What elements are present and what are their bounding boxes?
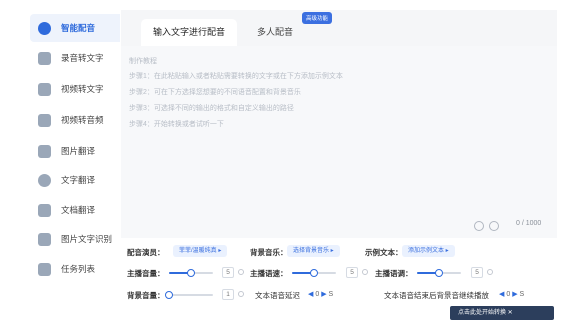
voice-icon [38, 21, 51, 35]
anchor-label: 配音演员： [127, 248, 165, 257]
delay-value: 0 [315, 291, 320, 298]
clear-icon[interactable] [489, 221, 499, 231]
decrement-icon[interactable]: ◀ [308, 291, 313, 298]
bgm-after-unit: S [519, 291, 525, 298]
reset-icon[interactable] [238, 269, 244, 275]
pitch-input[interactable]: 5 [471, 267, 483, 278]
bgm-select[interactable]: 选择背景音乐 ▸ [287, 245, 340, 257]
sidebar-item-label: 视频转文字 [61, 84, 104, 94]
example-select[interactable]: 添加示例文本 ▸ [402, 245, 455, 257]
pitch-slider-knob[interactable] [435, 269, 443, 277]
sidebar-item-task-list[interactable]: 任务列表 [28, 255, 120, 283]
sidebar-item-label: 录音转文字 [61, 53, 104, 63]
video-audio-icon [38, 113, 51, 127]
tab-bar: 输入文字进行配音 多人配音 高级功能 [121, 10, 557, 46]
image-translate-icon [38, 144, 51, 158]
pitch-slider[interactable] [417, 269, 461, 277]
main-panel: 输入文字进行配音 多人配音 高级功能 制作教程 步骤1：在此粘贴输入或者粘贴需要… [121, 10, 557, 323]
refresh-icon[interactable] [474, 221, 484, 231]
sidebar-item-text-translate[interactable]: 文字翻译 [28, 166, 120, 194]
reset-icon[interactable] [487, 269, 493, 275]
sidebar-item-label: 文档翻译 [61, 205, 96, 215]
volume-slider[interactable] [169, 269, 213, 277]
doc-translate-icon [38, 203, 51, 217]
delay-stepper[interactable]: ◀ 0 ▶ S [308, 290, 333, 298]
sidebar-item-audio-to-text[interactable]: 录音转文字 [28, 44, 120, 72]
sidebar-item-label: 文字翻译 [61, 175, 96, 185]
example-value: 添加示例文本 [408, 248, 445, 254]
sidebar: 智能配音 录音转文字 视频转文字 视频转音频 图片翻译 文字翻译 文档翻译 图片… [0, 0, 121, 323]
sidebar-item-video-to-audio[interactable]: 视频转音频 [28, 106, 120, 134]
pitch-label: 主播语调： [375, 269, 413, 278]
sidebar-item-label: 任务列表 [61, 264, 96, 274]
tab-input-text[interactable]: 输入文字进行配音 [141, 19, 238, 46]
sidebar-item-image-translate[interactable]: 图片翻译 [28, 137, 120, 165]
increment-icon[interactable]: ▶ [321, 291, 326, 298]
sidebar-item-label: 智能配音 [61, 23, 96, 33]
start-conversion-button[interactable]: 点击此处开始转换 ✕ [450, 306, 554, 320]
video-icon [38, 82, 51, 96]
sidebar-item-doc-translate[interactable]: 文档翻译 [28, 196, 120, 224]
ocr-icon [38, 232, 51, 246]
speed-slider-knob[interactable] [310, 269, 318, 277]
anchor-select[interactable]: 菲菲/温暖纯真 ▸ [173, 245, 228, 257]
speed-label: 主播语速： [250, 269, 288, 278]
text-editor[interactable]: 制作教程 步骤1：在此粘贴输入或者粘贴需要转换的文字或在下方添加示例文本 步骤2… [121, 46, 557, 238]
speed-input[interactable]: 5 [346, 267, 358, 278]
anchor-value: 菲菲/温暖纯真 [179, 248, 217, 254]
bg-volume-slider-knob[interactable] [165, 291, 173, 299]
tutorial-step-2: 步骤2：可在下方选择您想要的不同语音配置和背景音乐 [129, 89, 301, 96]
text-translate-icon [38, 173, 51, 187]
increment-icon[interactable]: ▶ [512, 291, 517, 298]
sidebar-item-label: 图片翻译 [61, 146, 96, 156]
bg-volume-slider[interactable] [165, 291, 213, 299]
bg-volume-label: 背景音量： [127, 291, 165, 300]
decrement-icon[interactable]: ◀ [499, 291, 504, 298]
bg-volume-input[interactable]: 1 [222, 289, 234, 300]
record-icon [38, 51, 51, 65]
pro-badge: 高级功能 [302, 12, 333, 24]
tutorial-title: 制作教程 [129, 58, 157, 65]
bgm-after-label: 文本语音结束后背景音继续播放 [384, 291, 489, 300]
volume-label: 主播音量： [127, 269, 165, 278]
sidebar-item-video-to-text[interactable]: 视频转文字 [28, 75, 120, 103]
sidebar-item-smart-dubbing[interactable]: 智能配音 [30, 14, 120, 42]
task-list-icon [38, 262, 51, 276]
sidebar-item-label: 视频转音频 [61, 115, 104, 125]
tutorial-step-1: 步骤1：在此粘贴输入或者粘贴需要转换的文字或在下方添加示例文本 [129, 73, 343, 80]
speed-slider[interactable] [292, 269, 336, 277]
tutorial-step-4: 步骤4：开始转换或者试听一下 [129, 121, 224, 128]
sidebar-item-label: 图片文字识别 [61, 234, 113, 244]
bgm-after-stepper[interactable]: ◀ 0 ▶ S [499, 290, 524, 298]
volume-input[interactable]: 5 [222, 267, 234, 278]
reset-icon[interactable] [362, 269, 368, 275]
example-label: 示例文本： [365, 248, 403, 257]
delay-label: 文本语音延迟 [255, 291, 300, 300]
tutorial-step-3: 步骤3：可选择不同的输出的格式和自定义输出的路径 [129, 105, 294, 112]
bgm-after-value: 0 [506, 291, 511, 298]
tab-multi-voice[interactable]: 多人配音 [245, 19, 305, 46]
reset-icon[interactable] [238, 291, 244, 297]
volume-slider-knob[interactable] [187, 269, 195, 277]
sidebar-item-ocr[interactable]: 图片文字识别 [28, 225, 120, 253]
char-counter: 0 / 1000 [516, 220, 542, 227]
bgm-value: 选择背景音乐 [293, 248, 330, 254]
bgm-label: 背景音乐： [250, 248, 288, 257]
delay-unit: S [328, 291, 334, 298]
